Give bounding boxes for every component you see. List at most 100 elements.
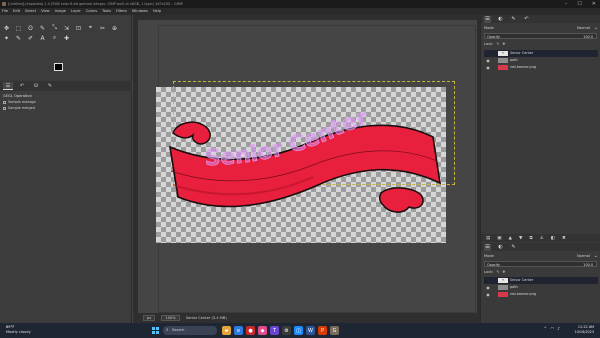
opacity-slider[interactable]: Opacity 100.0 [484,33,597,39]
lock-label: Lock: [484,270,494,274]
layers-tab-icon[interactable]: ☰ [484,15,491,23]
sample-average-option[interactable]: Sample average [3,100,36,104]
menu-help[interactable]: Help [153,8,161,15]
paint-tool-icon[interactable]: ✎ [38,24,47,32]
menu-layer[interactable]: Layer [71,8,81,15]
app-icon-red[interactable]: ● [246,326,255,335]
gimp-icon[interactable]: G [330,326,339,335]
fuzzy-select-tool-icon[interactable]: ✦ [2,34,11,42]
layers-tab-icon[interactable]: ☰ [484,243,491,251]
unit-select[interactable]: px [143,315,156,321]
transform-tool-icon[interactable]: ⤡ [50,24,59,32]
weather-widget[interactable]: 69°F Mostly cloudy [6,325,31,335]
channels-tab-icon[interactable]: ◐ [497,16,504,23]
rect-select-tool-icon[interactable]: ⬚ [14,24,23,32]
lock-position-icon[interactable]: ✥ [502,42,505,46]
channels-tab-icon[interactable]: ◐ [497,244,504,251]
mode-select[interactable]: Normal [577,254,590,258]
raise-layer-icon[interactable]: ▲ [509,236,512,241]
measure-tool-icon[interactable]: ⌖ [86,24,95,32]
foreground-color-swatch[interactable] [54,63,63,71]
brushes-tab-icon[interactable]: ✎ [45,82,55,90]
file-explorer-icon[interactable]: ▰ [222,326,231,335]
layer-name: path [510,285,518,289]
clone-tool-icon[interactable]: ✚ [62,34,71,42]
move-tool-icon[interactable]: ✥ [2,24,11,32]
eye-icon[interactable]: ◉ [484,57,492,64]
chevron-down-icon[interactable]: ⌄ [594,253,598,259]
layer-thumbnail [498,58,508,63]
powerpoint-icon[interactable]: P [318,326,327,335]
sample-merged-option[interactable]: Sample merged [3,106,35,110]
app-icon-pink[interactable]: ◆ [258,326,267,335]
scissors-tool-icon[interactable]: ✂ [98,24,107,32]
maximize-button[interactable]: ☐ [577,0,581,8]
warp-tool-icon[interactable]: ⇲ [62,24,71,32]
paths-tab-icon[interactable]: ✎ [510,16,517,23]
teams-icon[interactable]: T [270,326,279,335]
menu-select[interactable]: Select [25,8,36,15]
close-button[interactable]: ✕ [592,0,596,8]
minimize-button[interactable]: – [565,0,568,8]
zoom-tool-icon[interactable]: ⌕ [50,34,59,42]
menu-tools[interactable]: Tools [102,8,111,15]
toolbox: ✥ ⬚ ʘ ✎ ⤡ ⇲ ⊡ ⌖ ✂ ⊕ ✦ ✎ ✐ A ⌕ ✚ ☰ ↶ ⛁ ✎ … [0,15,132,323]
pencil-tool-icon[interactable]: ✎ [14,34,23,42]
taskbar-search[interactable]: ⌕ Search [163,326,217,335]
tool-options-tab-icon[interactable]: ☰ [3,82,13,90]
mode-select[interactable]: Normal [577,26,590,30]
pinned-apps: ▰ e ● ◆ T ⚙ ◫ W P G [222,326,339,335]
menu-filters[interactable]: Filters [116,8,127,15]
menu-file[interactable]: File [2,8,8,15]
menu-windows[interactable]: Windows [132,8,148,15]
anchor-icon[interactable]: ⚓ [540,236,544,241]
sample-merged-checkbox[interactable] [3,106,6,110]
heal-tool-icon[interactable]: ⊕ [110,24,119,32]
zoom-select[interactable]: 100% [161,315,180,321]
layer-row[interactable]: ◉ path [484,57,598,64]
banner-right-curl [378,187,424,213]
menu-image[interactable]: Image [55,8,66,15]
delete-layer-icon[interactable]: ✖ [562,236,566,241]
wifi-icon[interactable]: ◠ [550,327,554,332]
menu-colors[interactable]: Colors [86,8,97,15]
menu-view[interactable]: View [41,8,50,15]
lower-layer-icon[interactable]: ▼ [519,236,522,241]
new-group-icon[interactable]: ▣ [497,236,501,241]
duplicate-layer-icon[interactable]: ⧉ [529,235,532,241]
layer-row[interactable]: ◉ red-banner.png [484,64,598,71]
fg-bg-colors[interactable] [54,63,70,77]
start-button-icon[interactable] [152,327,159,334]
layer-row[interactable]: T Senior Center [484,50,598,57]
lock-position-icon[interactable]: ✥ [502,270,505,274]
undo-history-tab-icon[interactable]: ↶ [17,82,27,90]
chevron-down-icon[interactable]: ⌄ [594,25,598,31]
mask-icon[interactable]: ◧ [551,236,555,241]
undo-tab-icon[interactable]: ↶ [523,16,530,23]
ink-tool-icon[interactable]: ✐ [26,34,35,42]
layer-row[interactable]: ◉ path [484,284,598,291]
lasso-tool-icon[interactable]: ʘ [26,24,35,32]
clock[interactable]: 11:22 AM 10/16/2023 [574,325,594,335]
word-icon[interactable]: W [306,326,315,335]
opacity-slider-2[interactable]: Opacity 100.0 [484,261,597,267]
eye-icon[interactable]: ◉ [484,291,492,298]
lock-pixels-icon[interactable]: ✎ [496,42,499,46]
eye-icon[interactable]: ◉ [484,64,492,71]
paths-tab-icon[interactable]: ✎ [510,244,517,251]
eye-icon[interactable]: ◉ [484,284,492,291]
volume-icon[interactable]: ♪ [557,327,560,332]
device-status-tab-icon[interactable]: ⛁ [31,82,41,90]
layer-row[interactable]: ◉ red-banner.png [484,291,598,298]
menu-edit[interactable]: Edit [13,8,20,15]
sample-average-checkbox[interactable] [3,100,6,104]
text-tool-icon[interactable]: A [38,34,47,42]
settings-icon[interactable]: ⚙ [282,326,291,335]
lock-pixels-icon[interactable]: ✎ [496,270,499,274]
crop-tool-icon[interactable]: ⊡ [74,24,83,32]
layer-row[interactable]: T Senior Center [484,277,598,284]
edge-icon[interactable]: e [234,326,243,335]
chevron-up-icon[interactable]: ⌃ [543,327,547,332]
new-layer-icon[interactable]: ▤ [486,236,490,241]
store-icon[interactable]: ◫ [294,326,303,335]
